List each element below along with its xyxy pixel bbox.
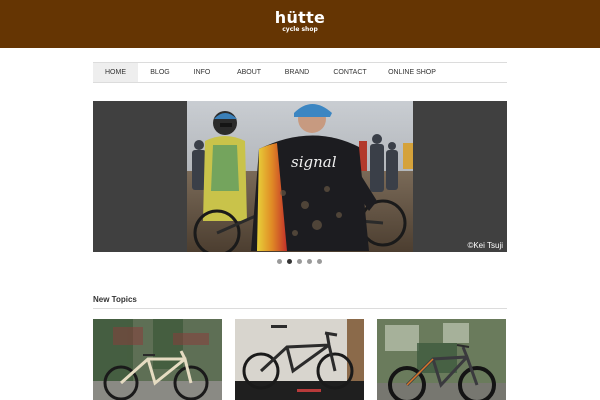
site-header: hütte cycle shop (0, 0, 600, 48)
jersey-text: signal (291, 153, 337, 171)
slider-pagination (277, 259, 323, 265)
nav-item-brand[interactable]: BRAND (280, 63, 314, 82)
topic-card[interactable] (377, 319, 506, 400)
main-nav: HOME BLOG INFO ABOUT BRAND CONTACT ONLIN… (93, 62, 507, 83)
slider-dot[interactable] (297, 259, 302, 264)
section-title: New Topics (93, 295, 137, 304)
photo-credit: ©Kei Tsuji (467, 241, 503, 250)
topic-card[interactable] (235, 319, 364, 400)
nav-item-about[interactable]: ABOUT (231, 63, 267, 82)
nav-item-online-shop[interactable]: ONLINE SHOP (386, 63, 438, 82)
slide-photo: signal (187, 101, 413, 252)
slider-dot[interactable] (307, 259, 312, 264)
logo-title: hütte (274, 8, 326, 27)
topic-thumbnail (93, 319, 222, 400)
site-logo[interactable]: hütte cycle shop (270, 9, 330, 34)
topic-thumbnail (377, 319, 506, 400)
topic-thumbnail (235, 319, 364, 400)
hero-slider[interactable]: signal ©Kei Tsuji (93, 101, 507, 252)
logo-subtitle: cycle shop (282, 26, 318, 33)
section-divider (93, 308, 507, 309)
nav-item-info[interactable]: INFO (189, 63, 215, 82)
slider-dot[interactable] (317, 259, 322, 264)
topic-card[interactable] (93, 319, 222, 400)
nav-item-contact[interactable]: CONTACT (328, 63, 372, 82)
slider-dot-active[interactable] (287, 259, 292, 264)
nav-item-blog[interactable]: BLOG (145, 63, 175, 82)
nav-item-home[interactable]: HOME (93, 63, 138, 82)
slider-dot[interactable] (277, 259, 282, 264)
